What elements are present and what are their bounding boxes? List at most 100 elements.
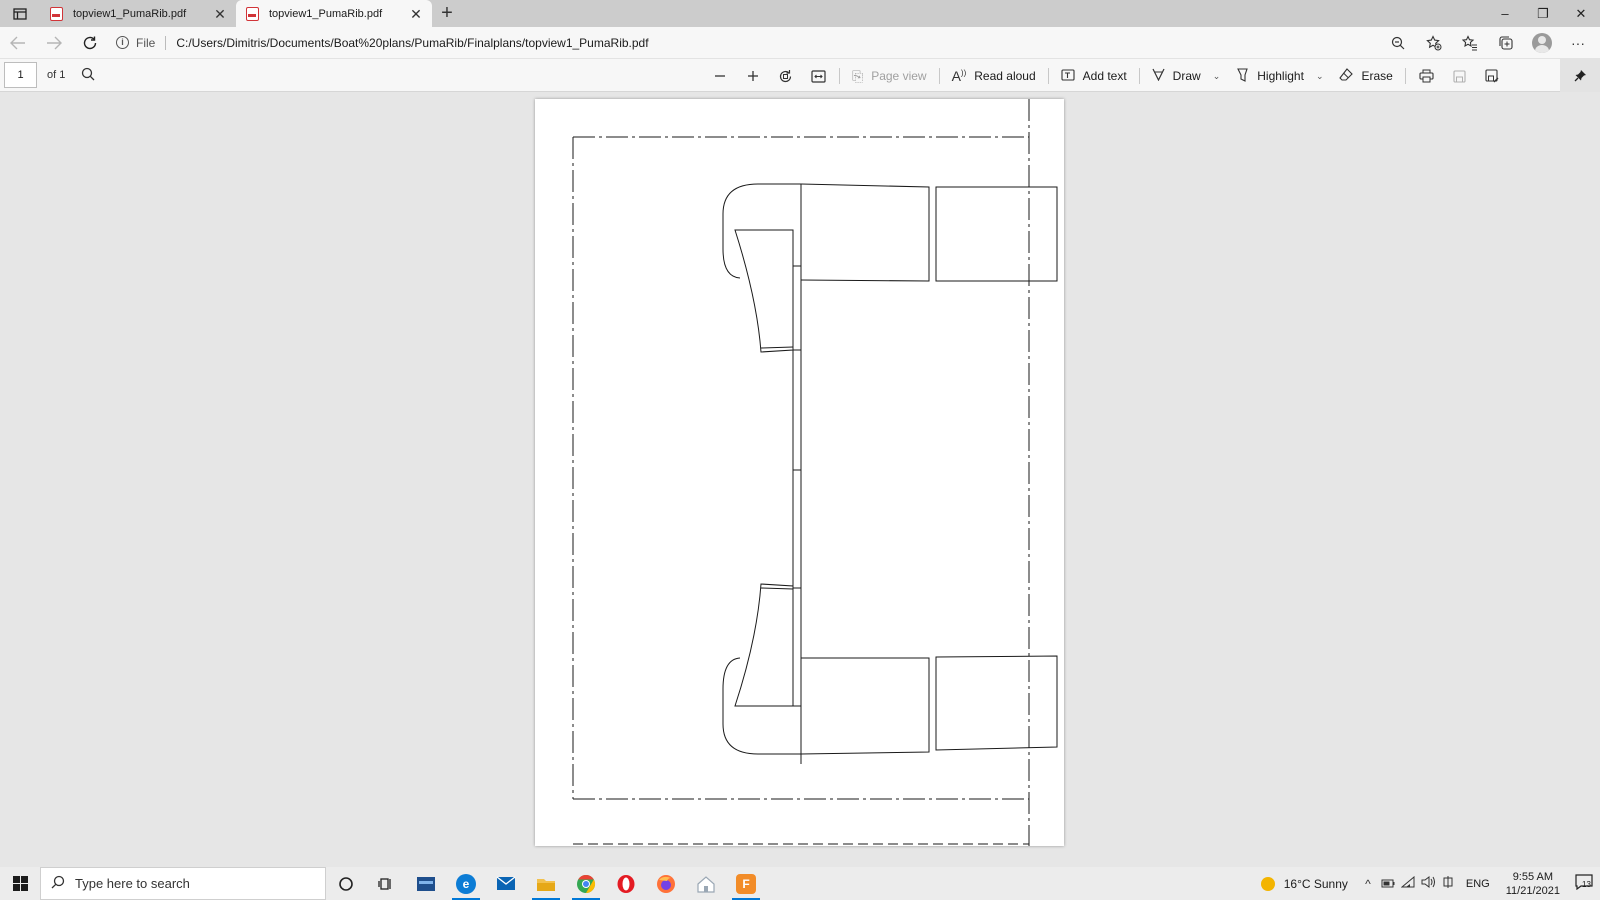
clock[interactable]: 9:55 AM 11/21/2021 (1506, 870, 1560, 898)
pdf-tools: ⎘ Page view A)) Read aloud Add text Draw… (703, 59, 1509, 93)
find-button[interactable] (81, 67, 95, 84)
page-number-input[interactable]: 1 (4, 62, 37, 88)
pin-icon (1574, 70, 1586, 82)
upper-tube-end (722, 183, 801, 279)
save-icon (1453, 69, 1466, 83)
taskbar-app-home[interactable] (686, 867, 726, 900)
zoom-out-button[interactable] (1380, 27, 1416, 58)
info-icon[interactable]: i (116, 36, 129, 49)
add-favorite-button[interactable] (1416, 27, 1452, 58)
search-icon (51, 875, 65, 892)
tab-strip: topview1_PumaRib.pdf ✕ topview1_PumaRib.… (0, 0, 1600, 27)
wifi-icon[interactable] (1398, 875, 1418, 891)
weather-widget[interactable]: 16°C Sunny (1260, 876, 1348, 891)
magnifier-minus-icon (1391, 36, 1405, 49)
tab-actions-button[interactable] (0, 0, 40, 27)
settings-more-button[interactable]: ··· (1560, 27, 1596, 58)
page-view-button[interactable]: ⎘ Page view (844, 61, 935, 91)
document-viewer[interactable] (0, 92, 1600, 867)
refresh-button[interactable] (72, 27, 108, 58)
rotate-icon (779, 69, 792, 82)
highlight-button[interactable]: Highlight ⌄ (1228, 61, 1331, 91)
taskbar-search-input[interactable]: Type here to search (40, 867, 326, 900)
fit-to-width-button[interactable] (802, 61, 835, 91)
transom-strip (792, 230, 801, 707)
f-app-icon: F (736, 873, 756, 894)
add-text-button[interactable]: Add text (1053, 61, 1135, 91)
windows-logo-icon (12, 876, 28, 891)
url-text[interactable]: C:/Users/Dimitris/Documents/Boat%20plans… (176, 36, 648, 50)
battery-icon[interactable] (1378, 877, 1398, 891)
read-aloud-icon: A)) (951, 68, 967, 84)
close-tab-icon[interactable]: ✕ (408, 6, 424, 22)
erase-button[interactable]: Erase (1331, 61, 1400, 91)
read-aloud-button[interactable]: A)) Read aloud (944, 61, 1044, 91)
add-text-icon (1061, 68, 1075, 84)
tab-pdf-1[interactable]: topview1_PumaRib.pdf ✕ (40, 0, 236, 27)
page-view-label: Page view (871, 69, 927, 83)
pdf-toolbar: 1 of 1 ⎘ Page view A)) Read aloud Add te… (0, 58, 1600, 92)
back-button[interactable] (0, 27, 36, 58)
favorites-button[interactable] (1452, 27, 1488, 58)
chevron-down-icon[interactable]: ⌄ (1213, 71, 1221, 82)
tab-pdf-2[interactable]: topview1_PumaRib.pdf ✕ (236, 0, 432, 27)
cortana-button[interactable] (326, 867, 366, 900)
profile-button[interactable] (1524, 27, 1560, 58)
zoom-in-button[interactable] (736, 61, 769, 91)
print-button[interactable] (1410, 61, 1443, 91)
pdf-page[interactable] (535, 99, 1064, 846)
minimize-button[interactable]: – (1486, 0, 1524, 27)
lower-wedge (734, 583, 794, 707)
taskbar-app-chrome[interactable] (566, 867, 606, 900)
taskbar-app-firefox[interactable] (646, 867, 686, 900)
notifications-button[interactable]: 13 (1568, 874, 1600, 893)
save-as-icon (1485, 69, 1499, 83)
taskbar-app-mail[interactable] (486, 867, 526, 900)
new-tab-button[interactable]: + (432, 0, 462, 27)
close-tab-icon[interactable]: ✕ (212, 6, 228, 22)
app-window-icon (417, 876, 435, 891)
add-text-label: Add text (1082, 69, 1127, 83)
save-button[interactable] (1443, 61, 1476, 91)
page-total: of 1 (47, 69, 66, 81)
home-icon (697, 875, 715, 893)
volume-icon[interactable] (1418, 876, 1438, 891)
taskbar-app-edge[interactable]: e (446, 867, 486, 900)
task-view-button[interactable] (366, 867, 406, 900)
forward-button[interactable] (36, 27, 72, 58)
boat-plan-drawing (572, 99, 1058, 846)
highlight-label: Highlight (1257, 69, 1304, 83)
pen-workspace-icon[interactable] (1438, 876, 1458, 891)
taskbar-app-f[interactable]: F (726, 867, 766, 900)
restore-button[interactable]: ❐ (1524, 0, 1562, 27)
erase-label: Erase (1361, 69, 1393, 83)
edge-icon: e (456, 873, 476, 894)
pin-toolbar-button[interactable] (1560, 59, 1600, 92)
close-window-button[interactable]: ✕ (1562, 0, 1600, 27)
chevron-down-icon[interactable]: ⌄ (1316, 71, 1324, 82)
toolbar-separator (1047, 68, 1049, 84)
notification-count: 13 (1582, 880, 1591, 889)
address-bar-actions: ··· (1380, 27, 1596, 58)
clock-date: 11/21/2021 (1505, 884, 1560, 897)
star-add-icon (1426, 34, 1442, 50)
clock-time: 9:55 AM (1512, 870, 1554, 883)
save-as-button[interactable] (1476, 61, 1509, 91)
rotate-button[interactable] (769, 61, 802, 91)
start-button[interactable] (0, 867, 40, 900)
search-icon (82, 67, 95, 80)
language-indicator[interactable]: ENG (1466, 878, 1490, 890)
taskbar-app-file-explorer[interactable] (526, 867, 566, 900)
zoom-out-button[interactable] (703, 61, 736, 91)
chevron-up-icon[interactable]: ^ (1358, 877, 1378, 891)
taskbar: Type here to search e F 16°C Sunny ^ ENG… (0, 867, 1600, 900)
draw-button[interactable]: Draw ⌄ (1144, 61, 1229, 91)
toolbar-separator (938, 68, 940, 84)
taskbar-app-opera[interactable] (606, 867, 646, 900)
taskbar-app-window[interactable] (406, 867, 446, 900)
task-view-icon (378, 877, 391, 890)
avatar (1532, 32, 1552, 53)
toolbar-separator (1138, 68, 1140, 84)
collections-button[interactable] (1488, 27, 1524, 58)
url-field[interactable]: i File C:/Users/Dimitris/Documents/Boat%… (116, 31, 1380, 55)
